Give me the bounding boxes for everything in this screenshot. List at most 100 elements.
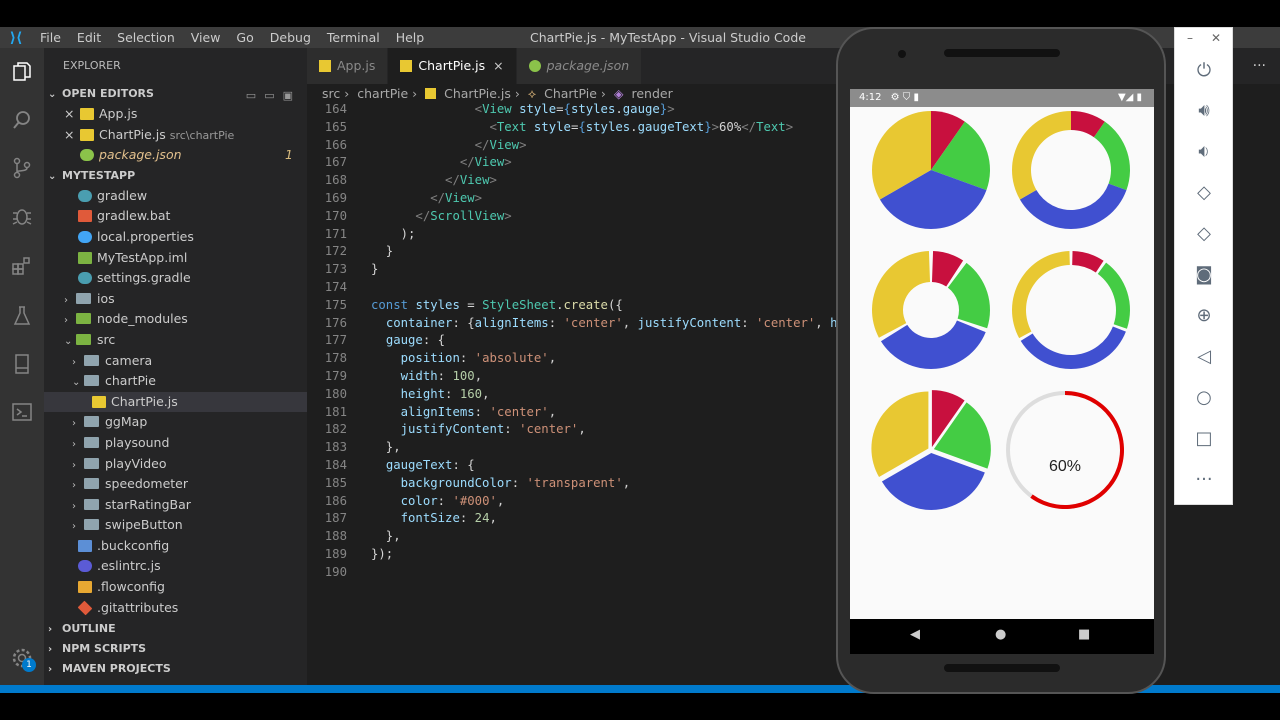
signal-battery-icon: ▼◢ ▮ xyxy=(1117,92,1142,103)
folder-item[interactable]: ⌄ chartPie xyxy=(44,371,307,392)
file-item[interactable]: gradlew.bat xyxy=(44,206,307,227)
tab-chartpie-js[interactable]: ChartPie.js × xyxy=(388,48,517,84)
minimize-icon[interactable]: – xyxy=(1187,31,1193,45)
menu-selection[interactable]: Selection xyxy=(109,30,183,45)
breadcrumb-item[interactable]: ChartPie xyxy=(544,86,597,101)
open-editor-item[interactable]: × ChartPie.js src\chartPie xyxy=(44,125,307,146)
folder-item[interactable]: › camera xyxy=(44,351,307,372)
screenshot-camera-icon[interactable]: ◙ xyxy=(1192,262,1216,286)
tab-app-js[interactable]: App.js xyxy=(307,48,389,84)
project-section[interactable]: ⌄ MYTESTAPP xyxy=(44,166,307,186)
menu-help[interactable]: Help xyxy=(388,30,433,45)
file-item[interactable]: settings.gradle xyxy=(44,268,307,289)
chevron-right-icon: › xyxy=(72,521,76,533)
open-editor-item[interactable]: ×package.json1 xyxy=(44,145,307,166)
outline-section[interactable]: › OUTLINE xyxy=(44,619,307,639)
overview-icon[interactable]: □ xyxy=(1192,426,1216,450)
debug-icon[interactable] xyxy=(10,204,34,228)
folder-item[interactable]: › starRatingBar xyxy=(44,495,307,516)
donut-chart xyxy=(1012,111,1130,229)
android-status-bar: 4:12 ⚙ ⛉ ▮ ▼◢ ▮ xyxy=(850,89,1154,107)
terminal-icon[interactable] xyxy=(10,400,34,424)
rotate-left-icon[interactable]: ◇ xyxy=(1192,180,1216,204)
explorer-icon[interactable] xyxy=(10,60,34,84)
file-item[interactable]: gradlew xyxy=(44,186,307,207)
nav-recents-icon[interactable]: ■ xyxy=(1078,627,1090,642)
code-line: </View> xyxy=(474,137,527,152)
file-item[interactable]: .gitattributes xyxy=(44,598,307,619)
code-line: container: {alignItems: 'center', justif… xyxy=(385,315,853,330)
close-tab-icon[interactable]: × xyxy=(493,58,503,73)
menu-go[interactable]: Go xyxy=(228,30,261,45)
breadcrumb-item[interactable]: chartPie xyxy=(357,86,408,101)
phone-speaker xyxy=(944,49,1060,57)
file-label: gradlew.bat xyxy=(97,208,171,224)
folder-item[interactable]: › ggMap xyxy=(44,412,307,433)
more-icon[interactable]: ··· xyxy=(1192,467,1216,491)
folder-item[interactable]: › speedometer xyxy=(44,474,307,495)
file-item-selected[interactable]: ChartPie.js xyxy=(44,391,307,413)
search-icon[interactable] xyxy=(10,108,34,132)
line-number: 183 xyxy=(324,440,347,455)
folder-item[interactable]: › playVideo xyxy=(44,454,307,475)
device-icon[interactable] xyxy=(10,352,34,376)
menu-edit[interactable]: Edit xyxy=(69,30,109,45)
phone-speaker-bottom xyxy=(944,664,1060,672)
file-label: local.properties xyxy=(97,228,194,244)
code-line: </View> xyxy=(445,173,497,188)
back-icon[interactable]: ◁ xyxy=(1192,344,1216,368)
home-icon[interactable]: ○ xyxy=(1192,385,1216,409)
folder-item[interactable]: ⌄ src xyxy=(44,330,307,351)
file-item[interactable]: local.properties xyxy=(44,227,307,248)
nav-home-icon[interactable]: ● xyxy=(995,627,1006,642)
open-editor-item[interactable]: × App.js xyxy=(44,104,307,125)
pie-chart-exploded xyxy=(871,390,991,510)
file-item[interactable]: MyTestApp.iml xyxy=(44,248,307,269)
code-line: } xyxy=(371,244,394,259)
status-icons: ⚙ ⛉ ▮ xyxy=(890,92,919,103)
file-label: .gitattributes xyxy=(97,599,179,615)
close-all-icon[interactable]: ▣ xyxy=(283,89,301,102)
breadcrumb-item[interactable]: src xyxy=(322,86,340,101)
breadcrumb-item[interactable]: ChartPie.js xyxy=(444,86,511,101)
maven-projects-section[interactable]: › MAVEN PROJECTS xyxy=(44,659,307,679)
folder-item[interactable]: › swipeButton xyxy=(44,515,307,536)
nav-back-icon[interactable]: ◀ xyxy=(910,627,920,642)
file-item[interactable]: .eslintrc.js xyxy=(44,556,307,577)
file-item[interactable]: .buckconfig xyxy=(44,536,307,557)
settings-badge: 1 xyxy=(22,658,36,672)
source-control-icon[interactable] xyxy=(10,156,34,180)
breadcrumb-item[interactable]: render xyxy=(631,86,672,101)
new-file-icon[interactable]: ▭ xyxy=(246,89,264,102)
file-item[interactable]: .flowconfig xyxy=(44,577,307,598)
open-editors-section[interactable]: ⌄ OPEN EDITORS ▭▭▣ xyxy=(44,84,307,104)
extensions-icon[interactable] xyxy=(10,254,34,278)
chevron-right-icon: › xyxy=(64,315,68,327)
close-icon[interactable]: × xyxy=(64,125,78,146)
power-icon[interactable]: ⏻ xyxy=(1192,58,1216,82)
code-line: gaugeText: { xyxy=(385,457,475,472)
menu-terminal[interactable]: Terminal xyxy=(319,30,388,45)
settings-gear-icon[interactable]: 1 xyxy=(10,646,36,672)
folder-item[interactable]: › ios xyxy=(44,289,307,310)
menu-debug[interactable]: Debug xyxy=(262,30,319,45)
folder-item[interactable]: › node_modules xyxy=(44,309,307,330)
close-icon[interactable]: × xyxy=(64,104,78,125)
file-label: MyTestApp.iml xyxy=(97,249,188,265)
close-icon[interactable]: ✕ xyxy=(1211,31,1221,45)
menu-file[interactable]: File xyxy=(32,30,69,45)
chevron-right-icon: › xyxy=(72,418,76,430)
test-flask-icon[interactable] xyxy=(10,304,34,328)
volume-down-icon[interactable]: 🔉︎ xyxy=(1192,139,1216,163)
npm-scripts-section[interactable]: › NPM SCRIPTS xyxy=(44,639,307,659)
rotate-right-icon[interactable]: ◇ xyxy=(1192,221,1216,245)
folder-item[interactable]: › playsound xyxy=(44,433,307,454)
save-all-icon[interactable]: ▭ xyxy=(264,89,282,102)
phone-screen[interactable]: 4:12 ⚙ ⛉ ▮ ▼◢ ▮ 60% ◀ ● ■ xyxy=(850,89,1154,654)
tab-package-json[interactable]: package.json xyxy=(516,48,643,84)
zoom-icon[interactable]: ⊕ xyxy=(1192,303,1216,327)
gradle-file-icon xyxy=(78,272,92,285)
volume-up-icon[interactable]: 🔊︎ xyxy=(1192,98,1216,122)
menu-view[interactable]: View xyxy=(183,30,229,45)
more-actions-icon[interactable]: ··· xyxy=(1253,48,1266,84)
